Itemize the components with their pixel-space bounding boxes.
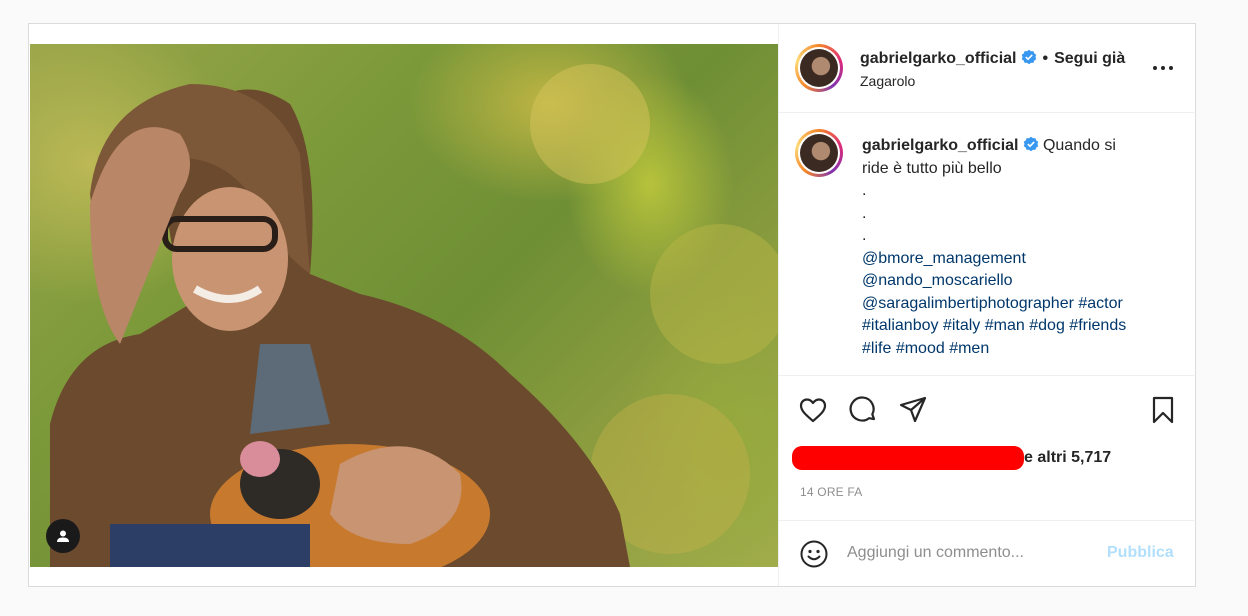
author-avatar[interactable] — [795, 44, 843, 92]
verified-badge-icon — [1021, 49, 1036, 65]
comment-bubble-icon[interactable] — [847, 394, 879, 426]
caption-dot: . — [862, 204, 867, 222]
caption-line-2: ride è tutto più bello — [862, 159, 1002, 177]
paper-plane-icon[interactable] — [897, 394, 929, 426]
post-header: gabrielgarko_official • Segui già Zagarolo — [779, 24, 1197, 113]
hashtag-link[interactable]: #mood — [896, 340, 945, 357]
mention-link[interactable]: @saragalimbertiphotographer — [862, 295, 1074, 312]
likes-row[interactable]: e altri 5,717 — [792, 446, 1192, 472]
caption-dot: . — [862, 182, 867, 199]
bookmark-icon[interactable] — [1147, 394, 1179, 426]
caption-username[interactable]: gabrielgarko_official — [862, 137, 1019, 154]
verified-badge-icon — [1023, 136, 1038, 152]
header-name-row: gabrielgarko_official • Segui già — [860, 49, 1133, 68]
user-tag-icon — [57, 530, 69, 542]
heart-icon[interactable] — [797, 394, 829, 426]
caption-dot: . — [862, 227, 867, 244]
post-photo[interactable] — [30, 44, 778, 567]
post-timestamp[interactable]: 14 ORE FA — [800, 485, 863, 499]
hashtag-link[interactable]: #actor — [1078, 295, 1122, 312]
photo-subject — [50, 64, 778, 567]
caption-line-1: Quando si — [1042, 137, 1116, 154]
follow-button[interactable]: Segui già — [1054, 50, 1125, 67]
post-card: gabrielgarko_official • Segui già Zagarolo… — [28, 23, 1197, 587]
hashtag-link[interactable]: #life — [862, 340, 891, 357]
author-username[interactable]: gabrielgarko_official — [860, 50, 1017, 67]
add-comment-bar: Pubblica — [779, 520, 1197, 587]
hashtag-link[interactable]: #italianboy — [862, 317, 939, 334]
publish-button[interactable]: Pubblica — [1107, 544, 1174, 562]
more-options-icon[interactable] — [1148, 58, 1178, 78]
hashtag-link[interactable]: #men — [949, 340, 989, 357]
caption-text: gabrielgarko_official Quando si ride è t… — [862, 135, 1162, 360]
redacted-liker-names — [792, 446, 1024, 470]
caption-section: gabrielgarko_official Quando si ride è t… — [779, 113, 1197, 376]
post-sidebar: gabrielgarko_official • Segui già Zagarolo… — [778, 24, 1197, 586]
follow-separator: • — [1042, 50, 1049, 67]
likes-count[interactable]: e altri 5,717 — [1024, 449, 1111, 467]
hashtag-link[interactable]: #dog — [1029, 317, 1065, 334]
action-bar — [779, 376, 1197, 446]
user-tag-button[interactable] — [46, 519, 80, 553]
hashtag-link[interactable]: #man — [985, 317, 1025, 334]
hashtag-link[interactable]: #italy — [943, 317, 980, 334]
comment-input[interactable] — [847, 544, 1087, 562]
mention-link[interactable]: @nando_moscariello — [862, 272, 1013, 289]
post-location[interactable]: Zagarolo — [860, 73, 915, 89]
emoji-smiley-icon[interactable] — [799, 539, 829, 569]
caption-author-avatar[interactable] — [795, 129, 843, 177]
hashtag-link[interactable]: #friends — [1069, 317, 1126, 334]
mention-link[interactable]: @bmore_management — [862, 250, 1026, 267]
